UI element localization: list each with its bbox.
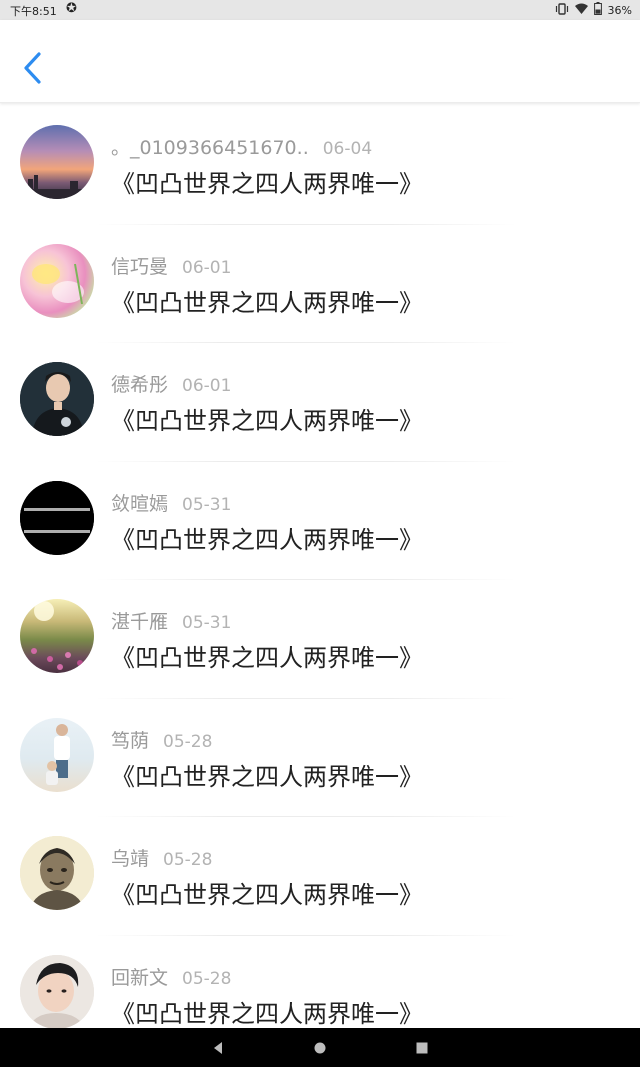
screen: 下午8:51 ✪ 36% 。_0109366451670.. 06-04 《凹凸… xyxy=(0,0,640,1067)
list-item[interactable]: 敛暄嫣 05-31 《凹凸世界之四人两界唯一》 xyxy=(0,462,640,580)
battery-icon xyxy=(593,2,602,18)
comment-date: 05-28 xyxy=(182,968,232,989)
comment-text: 《凹凸世界之四人两界唯一》 xyxy=(111,407,423,435)
comment-meta: 湛千雁 05-31 xyxy=(111,607,231,634)
square-recents-icon xyxy=(416,1042,428,1053)
header xyxy=(0,20,640,103)
list-item[interactable]: 德希彤 06-01 《凹凸世界之四人两界唯一》 xyxy=(0,343,640,462)
navigation-bar xyxy=(0,1028,640,1067)
comment-meta: 敛暄嫣 05-31 xyxy=(111,489,231,516)
username[interactable]: 回新文 xyxy=(111,967,168,989)
comment-date: 05-28 xyxy=(163,850,213,870)
triangle-back-icon xyxy=(214,1041,222,1054)
comment-text: 《凹凸世界之四人两界唯一》 xyxy=(111,644,423,672)
comment-meta: 回新文 05-28 xyxy=(111,963,231,990)
comment-date: 05-31 xyxy=(182,494,232,515)
username[interactable]: 。_0109366451670.. xyxy=(111,137,309,159)
comment-text: 《凹凸世界之四人两界唯一》 xyxy=(111,525,423,554)
username[interactable]: 敛暄嫣 xyxy=(111,493,168,515)
comment-meta: 乌靖 05-28 xyxy=(111,844,212,871)
circle-home-icon xyxy=(314,1042,326,1053)
avatar[interactable] xyxy=(20,836,94,910)
avatar[interactable] xyxy=(20,362,94,436)
status-bar: 下午8:51 ✪ 36% xyxy=(0,0,640,20)
avatar[interactable] xyxy=(20,480,94,555)
comment-date: 06-01 xyxy=(182,257,232,278)
vibrate-icon xyxy=(555,2,569,18)
avatar[interactable] xyxy=(20,125,94,199)
username[interactable]: 信巧曼 xyxy=(111,256,168,278)
nav-back-button[interactable] xyxy=(188,1028,248,1067)
list-item[interactable]: 湛千雁 05-31 《凹凸世界之四人两界唯一》 xyxy=(0,580,640,699)
list-item[interactable]: 。_0109366451670.. 06-04 《凹凸世界之四人两界唯一》 xyxy=(0,106,640,225)
comment-meta: 德希彤 06-01 xyxy=(111,370,231,397)
avatar[interactable] xyxy=(20,599,94,673)
username[interactable]: 湛千雁 xyxy=(111,611,168,633)
status-time: 下午8:51 xyxy=(10,5,57,18)
battery-percentage: 36% xyxy=(607,3,632,17)
sync-icon: ✪ xyxy=(66,1,77,16)
comment-text: 《凹凸世界之四人两界唯一》 xyxy=(111,762,423,791)
username[interactable]: 乌靖 xyxy=(111,848,149,870)
comment-meta: 信巧曼 06-01 xyxy=(111,252,231,279)
username[interactable]: 德希彤 xyxy=(111,374,168,396)
avatar[interactable] xyxy=(20,954,94,1029)
avatar[interactable] xyxy=(20,243,94,318)
comment-meta: 。_0109366451670.. 06-04 xyxy=(111,133,372,160)
chevron-left-icon xyxy=(24,52,41,84)
list-item[interactable]: 笃荫 05-28 《凹凸世界之四人两界唯一》 xyxy=(0,699,640,817)
list-item[interactable]: 信巧曼 06-01 《凹凸世界之四人两界唯一》 xyxy=(0,225,640,343)
comment-date: 06-01 xyxy=(182,376,232,396)
comment-date: 06-04 xyxy=(322,139,373,159)
username[interactable]: 笃荫 xyxy=(111,730,149,752)
comment-text: 《凹凸世界之四人两界唯一》 xyxy=(111,999,423,1028)
back-button[interactable] xyxy=(18,48,50,88)
status-icons: 36% xyxy=(555,2,632,18)
comment-list: 。_0109366451670.. 06-04 《凹凸世界之四人两界唯一》 信巧曼… xyxy=(0,106,640,1054)
comment-text: 《凹凸世界之四人两界唯一》 xyxy=(111,288,423,317)
wifi-icon xyxy=(574,3,588,17)
comment-date: 05-28 xyxy=(163,731,213,752)
comment-date: 05-31 xyxy=(182,613,232,633)
list-item[interactable]: 乌靖 05-28 《凹凸世界之四人两界唯一》 xyxy=(0,817,640,936)
avatar[interactable] xyxy=(20,717,94,792)
nav-home-button[interactable] xyxy=(290,1028,350,1067)
comment-meta: 笃荫 05-28 xyxy=(111,726,212,753)
comment-text: 《凹凸世界之四人两界唯一》 xyxy=(111,170,423,198)
nav-recents-button[interactable] xyxy=(392,1028,452,1067)
comment-text: 《凹凸世界之四人两界唯一》 xyxy=(111,881,423,909)
